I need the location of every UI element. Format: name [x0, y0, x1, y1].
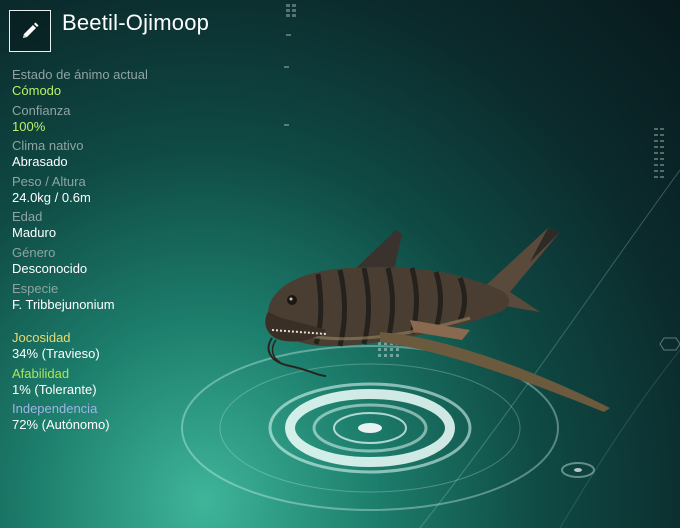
- stat-value: Maduro: [12, 225, 57, 240]
- stat-label: Clima nativo: [12, 138, 84, 153]
- stat-label: Confianza: [12, 103, 71, 118]
- stat-climate: Clima nativo Abrasado: [12, 138, 84, 170]
- stat-value: 100%: [12, 119, 46, 134]
- stat-weight-height: Peso / Altura 24.0kg / 0.6m: [12, 174, 91, 206]
- trait-independence: Independencia 72% (Autónomo): [12, 401, 110, 433]
- stat-label: Edad: [12, 209, 43, 224]
- trait-label: Jocosidad: [12, 330, 71, 345]
- stat-value: F. Tribbejunonium: [12, 297, 115, 312]
- creature-model[interactable]: [265, 228, 610, 412]
- stat-value: Desconocido: [12, 261, 88, 276]
- trait-value: 72% (Autónomo): [12, 417, 110, 432]
- creature-name: Beetil-Ojimoop: [62, 10, 210, 35]
- stat-age: Edad Maduro: [12, 209, 56, 241]
- edit-name-button[interactable]: [9, 10, 51, 52]
- trait-value: 34% (Travieso): [12, 346, 100, 361]
- trait-label: Independencia: [12, 401, 98, 416]
- pencil-icon: [23, 22, 39, 38]
- stat-gender: Género Desconocido: [12, 245, 87, 277]
- trait-playfulness: Jocosidad 34% (Travieso): [12, 330, 100, 362]
- trait-value: 1% (Tolerante): [12, 382, 97, 397]
- trait-label: Afabilidad: [12, 366, 70, 381]
- hud-markers: [284, 4, 664, 178]
- trait-friendliness: Afabilidad 1% (Tolerante): [12, 366, 97, 398]
- stat-label: Género: [12, 245, 56, 260]
- stat-species: Especie F. Tribbejunonium: [12, 281, 115, 313]
- hologram-platform: [181, 342, 595, 511]
- stat-value: Abrasado: [12, 154, 68, 169]
- stat-value: 24.0kg / 0.6m: [12, 190, 91, 205]
- stat-label: Estado de ánimo actual: [12, 67, 148, 82]
- stat-label: Especie: [12, 281, 59, 296]
- stat-trust: Confianza 100%: [12, 103, 71, 135]
- stat-value: Cómodo: [12, 83, 62, 98]
- stat-label: Peso / Altura: [12, 174, 86, 189]
- stat-mood: Estado de ánimo actual Cómodo: [12, 67, 148, 99]
- creature-info-panel: Beetil-Ojimoop Estado de ánimo actual Có…: [0, 0, 240, 528]
